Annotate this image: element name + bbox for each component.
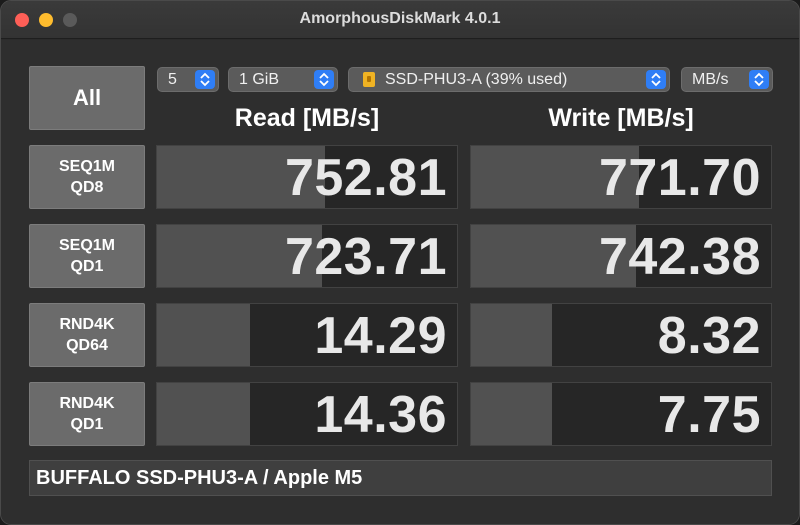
read-column-header: Read [MB/s] — [234, 104, 380, 132]
write-value: 771.70 — [598, 149, 761, 207]
test-label-line2: QD8 — [70, 179, 104, 196]
test-count-select[interactable]: 5 — [157, 67, 219, 92]
unit-select[interactable]: MB/s — [681, 67, 773, 92]
external-drive-icon — [363, 72, 375, 87]
test-label-line1: RND4K — [59, 395, 115, 412]
test-label-line2: QD1 — [70, 258, 104, 275]
write-column-header: Write [MB/s] — [548, 104, 694, 132]
chevron-updown-icon — [646, 70, 666, 89]
read-level-bar — [157, 383, 250, 445]
rnd4k-qd64-button[interactable]: RND4K QD64 — [29, 303, 145, 367]
drive-value: SSD-PHU3-A (39% used) — [385, 70, 568, 88]
title-bar[interactable]: AmorphousDiskMark 4.0.1 — [1, 1, 799, 39]
seq1m-qd1-write-result: 742.38 — [470, 224, 772, 288]
chevron-updown-icon — [749, 70, 769, 89]
read-value: 14.36 — [314, 386, 447, 444]
seq1m-qd8-write-result: 771.70 — [470, 145, 772, 209]
rnd4k-qd64-read-result: 14.29 — [156, 303, 458, 367]
read-value: 14.29 — [314, 307, 447, 365]
write-value: 7.75 — [657, 386, 761, 444]
write-value: 8.32 — [657, 307, 761, 365]
read-level-bar — [157, 304, 250, 366]
window-title: AmorphousDiskMark 4.0.1 — [299, 10, 501, 27]
write-level-bar — [471, 304, 552, 366]
write-level-bar — [471, 383, 552, 445]
drive-select[interactable]: SSD-PHU3-A (39% used) — [348, 67, 670, 92]
rnd4k-qd1-read-result: 14.36 — [156, 382, 458, 446]
status-bar[interactable]: BUFFALO SSD-PHU3-A / Apple M5 — [29, 460, 772, 496]
test-size-value: 1 GiB — [239, 70, 280, 88]
write-value: 742.38 — [598, 228, 761, 286]
rnd4k-qd1-button[interactable]: RND4K QD1 — [29, 382, 145, 446]
seq1m-qd8-read-result: 752.81 — [156, 145, 458, 209]
test-count-value: 5 — [168, 70, 177, 88]
test-label-line1: RND4K — [59, 316, 115, 333]
chevron-updown-icon — [314, 70, 334, 89]
test-label-line2: QD1 — [70, 416, 104, 433]
rnd4k-qd1-write-result: 7.75 — [470, 382, 772, 446]
unit-value: MB/s — [692, 70, 729, 88]
main-panel: All 5 1 GiB SSD-PHU3-A (39% used) MB/s R… — [1, 40, 799, 524]
rnd4k-qd64-write-result: 8.32 — [470, 303, 772, 367]
run-all-button[interactable]: All — [29, 66, 145, 130]
read-value: 723.71 — [284, 228, 447, 286]
seq1m-qd1-button[interactable]: SEQ1M QD1 — [29, 224, 145, 288]
chevron-updown-icon — [195, 70, 215, 89]
test-label-line1: SEQ1M — [58, 158, 115, 175]
app-window: AmorphousDiskMark 4.0.1 All 5 1 GiB SSD-… — [0, 0, 800, 525]
test-label-line2: QD64 — [66, 337, 108, 354]
test-label-line1: SEQ1M — [58, 237, 115, 254]
seq1m-qd1-read-result: 723.71 — [156, 224, 458, 288]
read-value: 752.81 — [284, 149, 447, 207]
seq1m-qd8-button[interactable]: SEQ1M QD8 — [29, 145, 145, 209]
test-size-select[interactable]: 1 GiB — [228, 67, 338, 92]
